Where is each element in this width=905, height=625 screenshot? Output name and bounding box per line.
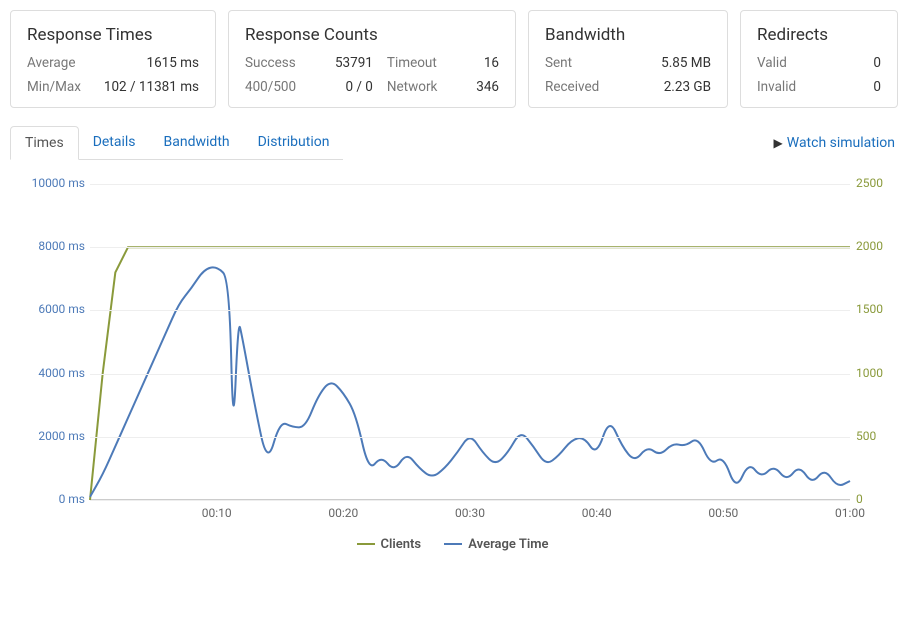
series-avg-line [90, 267, 850, 496]
sent-label: Sent [545, 55, 647, 71]
tab-details[interactable]: Details [79, 126, 150, 159]
avg-value: 1615 ms [104, 55, 199, 71]
received-label: Received [545, 79, 647, 95]
sent-value: 5.85 MB [661, 55, 711, 71]
timeout-label: Timeout [387, 55, 450, 71]
y-right-tick-label: 0 [856, 492, 896, 506]
grid-line [90, 374, 850, 375]
legend-label-avg: Average Time [468, 537, 548, 552]
tab-times[interactable]: Times [10, 126, 79, 160]
network-label: Network [387, 79, 450, 95]
card-title: Redirects [757, 25, 881, 45]
play-icon: ▶ [774, 136, 783, 150]
grid-line [90, 184, 850, 185]
legend-item-avg: Average Time [444, 537, 548, 552]
network-value: 346 [464, 79, 499, 95]
x-tick-label: 00:40 [582, 506, 612, 520]
legend: Clients Average Time [10, 534, 895, 552]
invalid-label: Invalid [757, 79, 859, 95]
minmax-value: 102 / 11381 ms [104, 79, 199, 95]
legend-swatch-avg [444, 543, 462, 545]
card-response-times: Response Times Average 1615 ms Min/Max 1… [10, 10, 216, 108]
card-response-counts: Response Counts Success 53791 Timeout 16… [228, 10, 516, 108]
card-bandwidth: Bandwidth Sent 5.85 MB Received 2.23 GB [528, 10, 728, 108]
card-title: Bandwidth [545, 25, 711, 45]
card-title: Response Counts [245, 25, 499, 45]
summary-cards: Response Times Average 1615 ms Min/Max 1… [10, 10, 895, 108]
minmax-label: Min/Max [27, 79, 90, 95]
plot-area [90, 184, 850, 500]
x-tick-label: 01:00 [835, 506, 865, 520]
card-redirects: Redirects Valid 0 Invalid 0 [740, 10, 898, 108]
y-left-tick-label: 0 ms [15, 492, 85, 506]
y-left-tick-label: 4000 ms [15, 366, 85, 380]
valid-label: Valid [757, 55, 859, 71]
tab-distribution[interactable]: Distribution [244, 126, 344, 159]
y-left-tick-label: 6000 ms [15, 302, 85, 316]
tab-bandwidth[interactable]: Bandwidth [150, 126, 244, 159]
success-label: Success [245, 55, 309, 71]
err-label: 400/500 [245, 79, 309, 95]
grid-line [90, 247, 850, 248]
y-right-tick-label: 1000 [856, 366, 896, 380]
card-title: Response Times [27, 25, 199, 45]
grid-line [90, 500, 850, 501]
avg-label: Average [27, 55, 90, 71]
y-left-tick-label: 10000 ms [15, 176, 85, 190]
y-right-tick-label: 1500 [856, 302, 896, 316]
y-left-tick-label: 2000 ms [15, 429, 85, 443]
tabs: Times Details Bandwidth Distribution [10, 126, 343, 160]
invalid-value: 0 [873, 79, 881, 95]
y-left-tick-label: 8000 ms [15, 239, 85, 253]
chart: 0 ms 0 2000 ms 500 4000 ms 1000 6000 ms 1500 800… [10, 174, 893, 524]
grid-line [90, 437, 850, 438]
received-value: 2.23 GB [661, 79, 711, 95]
legend-item-clients: Clients [357, 537, 422, 552]
x-tick-label: 00:30 [455, 506, 485, 520]
legend-label-clients: Clients [381, 537, 422, 552]
y-right-tick-label: 500 [856, 429, 896, 443]
success-value: 53791 [323, 55, 373, 71]
x-tick-label: 00:50 [708, 506, 738, 520]
y-right-tick-label: 2500 [856, 176, 896, 190]
valid-value: 0 [873, 55, 881, 71]
err-value: 0 / 0 [323, 79, 373, 95]
watch-label: Watch simulation [787, 135, 895, 151]
watch-simulation-link[interactable]: ▶ Watch simulation [774, 135, 895, 151]
legend-swatch-clients [357, 543, 375, 545]
x-tick-label: 00:10 [202, 506, 232, 520]
timeout-value: 16 [464, 55, 499, 71]
x-tick-label: 00:20 [328, 506, 358, 520]
y-right-tick-label: 2000 [856, 239, 896, 253]
grid-line [90, 310, 850, 311]
chart-svg [90, 184, 850, 500]
